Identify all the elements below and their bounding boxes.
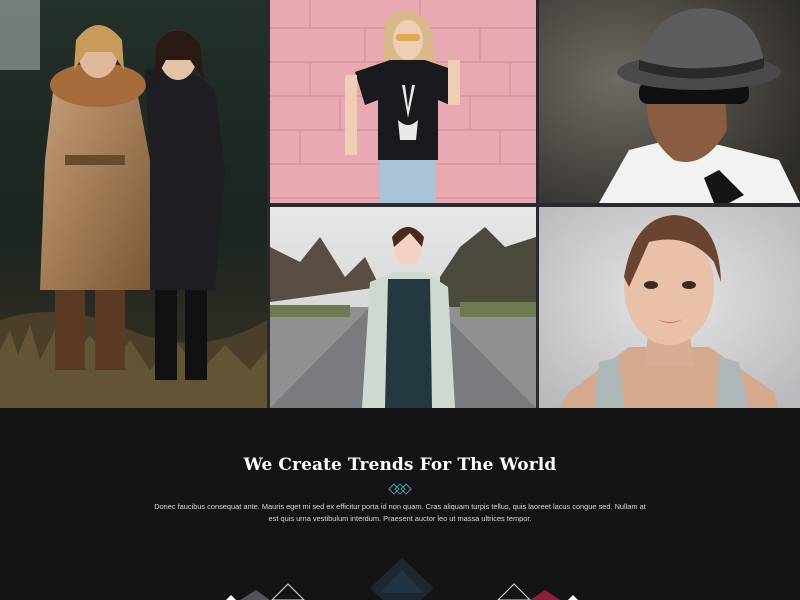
photo-gallery (0, 0, 800, 408)
section-heading: We Create Trends For The World (243, 455, 557, 475)
gallery-photo-road-coat[interactable] (270, 207, 536, 408)
decorative-diamonds (226, 558, 578, 600)
gallery-photo-grey-portrait[interactable] (539, 207, 800, 408)
photo-fedora-man-image (539, 0, 800, 203)
photo-forest-coats-image (0, 0, 267, 408)
photo-road-coat-image (270, 207, 536, 408)
gallery-photo-forest-coats[interactable] (0, 0, 267, 408)
diamond-divider-icon (388, 483, 412, 495)
photo-grey-portrait-image (539, 207, 800, 408)
gallery-photo-fedora-man[interactable] (539, 0, 800, 203)
section-description: Donec faucibus consequat ante. Mauris eg… (154, 502, 646, 523)
photo-pink-wall-image (270, 0, 536, 203)
gallery-photo-pink-wall[interactable] (270, 0, 536, 203)
